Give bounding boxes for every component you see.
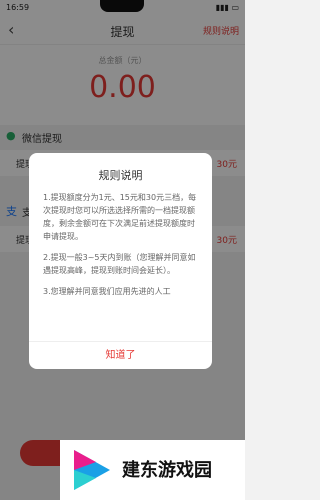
watermark-text: 建东游戏园 (122, 460, 212, 481)
dialog-title: 规则说明 (98, 169, 143, 182)
rule-paragraph-1: 1.提现额度分为1元、15元和30元三档，每次提现时您可以所选选择所需的一档提现… (43, 193, 197, 241)
dialog-confirm-button[interactable]: 知道了 (29, 341, 212, 369)
rule-paragraph-3: 3.您理解并同意我们应用先进的人工 (43, 287, 171, 296)
watermark-banner: 建东游戏园 (60, 440, 245, 500)
watermark-logo-icon (74, 450, 110, 490)
dialog-body: 1.提现额度分为1元、15元和30元三档，每次提现时您可以所选选择所需的一档提现… (43, 191, 198, 339)
rules-dialog: 规则说明 1.提现额度分为1元、15元和30元三档，每次提现时您可以所选选择所需… (29, 153, 212, 369)
rule-paragraph-2: 2.提现一般3~5天内到账（您理解并同意如遇提现高峰，提现到账时间会延长）。 (43, 253, 196, 275)
